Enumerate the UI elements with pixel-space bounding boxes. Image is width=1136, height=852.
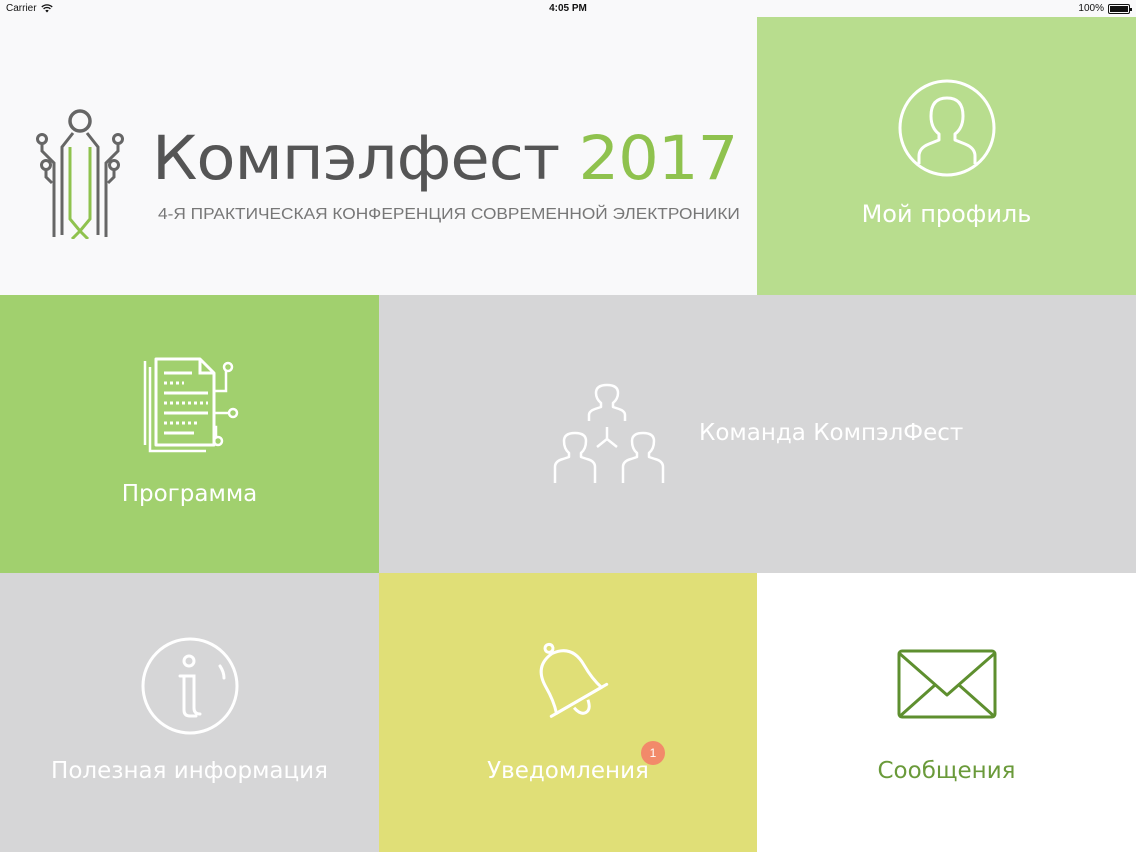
battery-icon (1108, 3, 1132, 14)
team-hierarchy-icon (553, 383, 665, 483)
info-icon (141, 637, 239, 735)
header-banner: Компэлфест 2017 4-Я ПРАКТИЧЕСКАЯ КОНФЕРЕ… (0, 17, 757, 295)
status-bar: Carrier 4:05 PM 100% (0, 0, 1136, 17)
envelope-icon (897, 649, 997, 719)
user-avatar-icon (898, 79, 996, 177)
app-subtitle: 4-Я ПРАКТИЧЕСКАЯ КОНФЕРЕНЦИЯ СОВРЕМЕННОЙ… (158, 206, 740, 223)
clock: 4:05 PM (549, 3, 587, 14)
battery-status: 100% (1078, 3, 1132, 14)
app-title: Компэлфест 2017 (152, 123, 738, 194)
messages-tile[interactable]: Сообщения (757, 573, 1136, 852)
messages-label: Сообщения (877, 758, 1016, 784)
info-label: Полезная информация (51, 758, 328, 784)
profile-label: Мой профиль (861, 200, 1032, 228)
notification-count-badge: 1 (641, 741, 665, 765)
notifications-tile[interactable]: Уведомления 1 (379, 573, 757, 852)
program-label: Программа (121, 481, 258, 507)
app-title-year: 2017 (578, 123, 738, 194)
team-tile[interactable]: Команда КомпэлФест (379, 295, 1136, 573)
info-tile[interactable]: Полезная информация (0, 573, 379, 852)
schedule-document-icon (143, 357, 239, 453)
program-tile[interactable]: Программа (0, 295, 379, 573)
compel-logo-icon (36, 109, 124, 239)
app-title-name: Компэлфест (152, 123, 560, 194)
battery-percent: 100% (1078, 3, 1104, 14)
team-label: Команда КомпэлФест (699, 420, 964, 446)
notifications-label: Уведомления (487, 758, 649, 784)
bell-icon (539, 642, 609, 718)
profile-tile[interactable]: Мой профиль (757, 17, 1136, 295)
